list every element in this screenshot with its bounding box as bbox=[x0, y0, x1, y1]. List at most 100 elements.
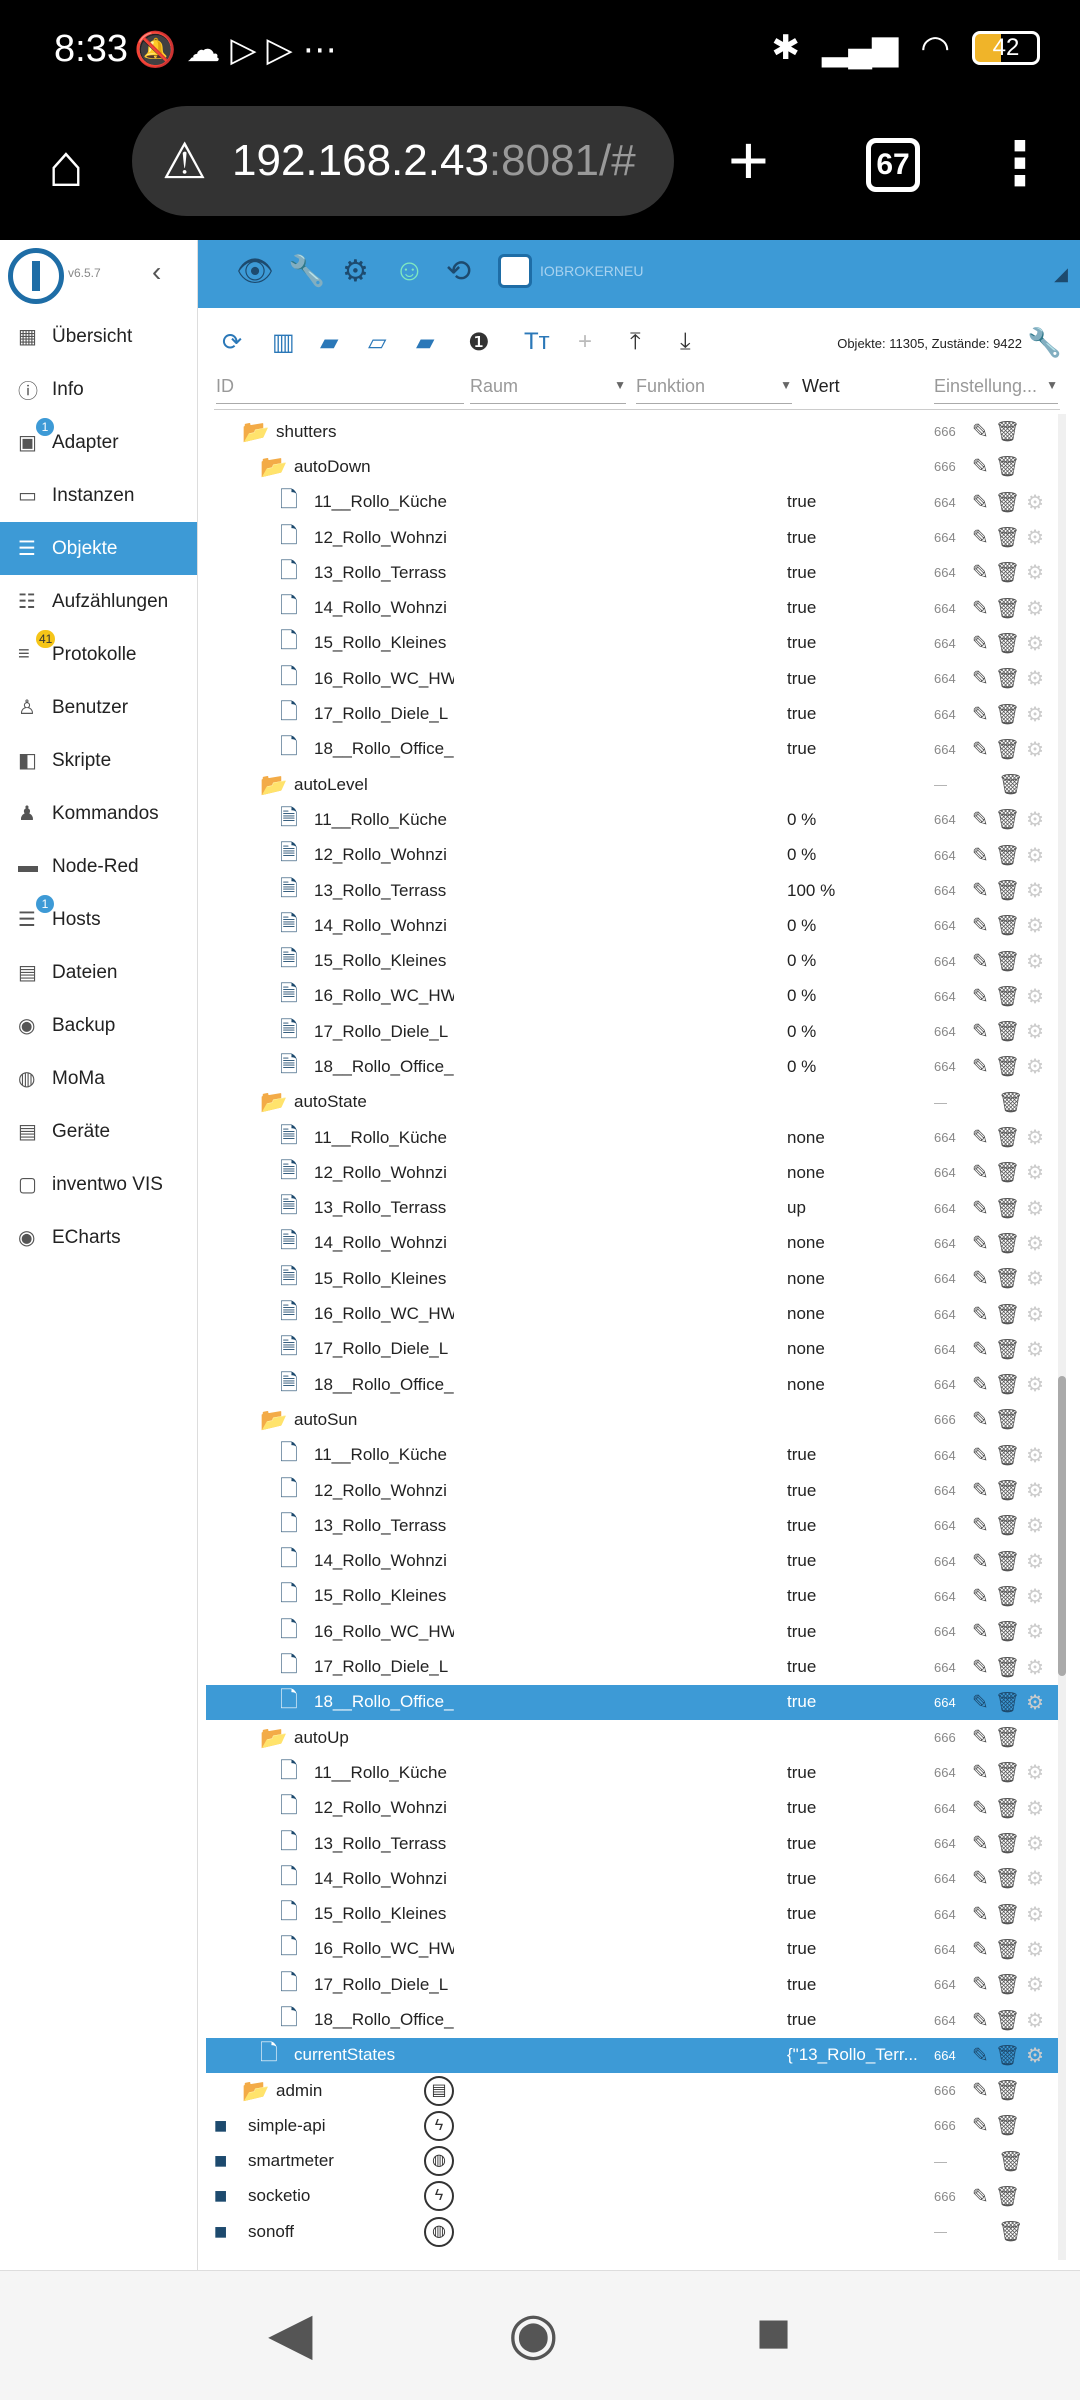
tree-row-value[interactable]: true bbox=[787, 1586, 927, 1606]
sidebar-item-benutzer[interactable]: ♙ Benutzer bbox=[0, 681, 197, 734]
tree-row[interactable]: 🗋 17_Rollo_Diele_L true 664 ✎🗑⚙ bbox=[206, 1967, 1058, 2002]
delete-icon[interactable]: 🗑 bbox=[995, 1445, 1026, 1467]
sidebar-item-echarts[interactable]: ◉ ECharts bbox=[0, 1211, 197, 1264]
tree-row[interactable]: 🗋 11__Rollo_Küche true 664 ✎🗑⚙ bbox=[206, 1755, 1058, 1790]
gear-icon[interactable]: ⚙ bbox=[1026, 739, 1050, 761]
sidebar-item-instanzen[interactable]: ▭ Instanzen bbox=[0, 469, 197, 522]
tree-row[interactable]: ■ simple-api ϟ 666 ✎🗑 bbox=[206, 2108, 1058, 2143]
sync-off-icon[interactable]: ⟲ bbox=[446, 254, 471, 289]
gear-icon[interactable]: ⚙ bbox=[1026, 527, 1050, 549]
gear-icon[interactable]: ⚙ bbox=[1026, 1939, 1050, 1961]
delete-icon[interactable]: 🗑 bbox=[995, 1939, 1026, 1961]
tree-row-value[interactable]: true bbox=[787, 2010, 927, 2030]
tree-row-value[interactable]: none bbox=[787, 1163, 927, 1183]
edit-icon[interactable]: ✎ bbox=[972, 2010, 995, 2032]
delete-icon[interactable]: 🗑 bbox=[995, 598, 1026, 620]
gear-icon[interactable]: ⚙ bbox=[1026, 1551, 1050, 1573]
tree-row-value[interactable]: true bbox=[787, 1869, 927, 1889]
sidebar-item-aufz-hlungen[interactable]: ☷ Aufzählungen bbox=[0, 575, 197, 628]
tree-row[interactable]: 🗎 15_Rollo_Kleines none 664 ✎🗑⚙ bbox=[206, 1261, 1058, 1296]
tree-row[interactable]: 🗋 13_Rollo_Terrass true 664 ✎🗑⚙ bbox=[206, 1826, 1058, 1861]
folder-open-icon[interactable]: ▱ bbox=[368, 328, 386, 357]
tree-row-value[interactable]: true bbox=[787, 528, 927, 548]
download-icon[interactable]: ⤓ bbox=[680, 328, 691, 356]
tree-row[interactable]: 📂 shutters 666 ✎🗑 bbox=[206, 414, 1058, 449]
delete-icon[interactable]: 🗑 bbox=[995, 1974, 1026, 1996]
tree-row[interactable]: 🗎 12_Rollo_Wohnzi 0 % 664 ✎🗑⚙ bbox=[206, 838, 1058, 873]
tree-row[interactable]: 🗋 15_Rollo_Kleines true 664 ✎🗑⚙ bbox=[206, 1579, 1058, 1614]
edit-icon[interactable]: ✎ bbox=[972, 1904, 995, 1926]
tree-row-value[interactable]: true bbox=[787, 1481, 927, 1501]
tree-row[interactable]: 🗋 17_Rollo_Diele_L true 664 ✎🗑⚙ bbox=[206, 696, 1058, 731]
edit-icon[interactable]: ✎ bbox=[972, 1868, 995, 1890]
gear-icon[interactable]: ⚙ bbox=[1026, 1657, 1050, 1679]
sidebar-item-skripte[interactable]: ◧ Skripte bbox=[0, 734, 197, 787]
tree-row-value[interactable]: true bbox=[787, 704, 927, 724]
tree-row-value[interactable]: true bbox=[787, 563, 927, 583]
delete-icon[interactable]: 🗑 bbox=[995, 1586, 1026, 1608]
home-circle-icon[interactable]: ◉ bbox=[508, 2299, 559, 2367]
gear-icon[interactable]: ⚙ bbox=[1026, 1480, 1050, 1502]
tree-row[interactable]: 📂 autoSun 666 ✎🗑 bbox=[206, 1402, 1058, 1437]
delete-icon[interactable]: 🗑 bbox=[995, 739, 1026, 761]
tree-row[interactable]: 🗋 16_Rollo_WC_HW true 664 ✎🗑⚙ bbox=[206, 1614, 1058, 1649]
edit-icon[interactable]: ✎ bbox=[972, 1762, 995, 1784]
folder-icon[interactable]: ▰ bbox=[416, 328, 434, 357]
delete-icon[interactable]: 🗑 bbox=[995, 2080, 1026, 2102]
tab-switcher-button[interactable]: 67 bbox=[866, 138, 920, 192]
sidebar-item-moma[interactable]: ◍ MoMa bbox=[0, 1052, 197, 1105]
edit-icon[interactable]: ✎ bbox=[972, 1692, 995, 1714]
eye-icon[interactable]: 👁 bbox=[236, 254, 274, 289]
tree-row-value[interactable]: true bbox=[787, 1798, 927, 1818]
edit-icon[interactable]: ✎ bbox=[972, 421, 995, 443]
tree-row[interactable]: 🗋 15_Rollo_Kleines true 664 ✎🗑⚙ bbox=[206, 1896, 1058, 1931]
recents-icon[interactable]: ■ bbox=[756, 2299, 791, 2366]
edit-icon[interactable]: ✎ bbox=[972, 1198, 995, 1220]
tree-row[interactable]: ■ sonoff ◍ — 🗑 bbox=[206, 2214, 1058, 2249]
gear-icon[interactable]: ⚙ bbox=[1026, 1056, 1050, 1078]
gear-icon[interactable]: ⚙ bbox=[1026, 668, 1050, 690]
delete-icon[interactable]: 🗑 bbox=[995, 456, 1026, 478]
delete-icon[interactable]: 🗑 bbox=[995, 1833, 1026, 1855]
tree-row[interactable]: 🗋 12_Rollo_Wohnzi true 664 ✎🗑⚙ bbox=[206, 520, 1058, 555]
delete-icon[interactable]: 🗑 bbox=[995, 845, 1026, 867]
tree-row-value[interactable]: true bbox=[787, 1939, 927, 1959]
edit-icon[interactable]: ✎ bbox=[972, 845, 995, 867]
edit-icon[interactable]: ✎ bbox=[972, 2045, 995, 2067]
edit-icon[interactable]: ✎ bbox=[972, 704, 995, 726]
delete-icon[interactable]: 🗑 bbox=[995, 2186, 1026, 2208]
edit-icon[interactable]: ✎ bbox=[972, 1515, 995, 1537]
tree-row[interactable]: 🗋 13_Rollo_Terrass true 664 ✎🗑⚙ bbox=[206, 1508, 1058, 1543]
edit-icon[interactable]: ✎ bbox=[972, 1621, 995, 1643]
settings-icon[interactable]: ⚙ bbox=[342, 254, 369, 289]
tree-row-value[interactable]: 0 % bbox=[787, 1057, 927, 1077]
edit-icon[interactable]: ✎ bbox=[972, 1657, 995, 1679]
wrench-settings-icon[interactable]: 🔧 bbox=[1027, 326, 1062, 359]
delete-icon[interactable]: 🗑 bbox=[995, 1480, 1026, 1502]
tree-row-value[interactable]: true bbox=[787, 1834, 927, 1854]
edit-icon[interactable]: ✎ bbox=[972, 1833, 995, 1855]
tree-row[interactable]: 🗋 11__Rollo_Küche true 664 ✎🗑⚙ bbox=[206, 485, 1058, 520]
tree-row-value[interactable]: none bbox=[787, 1339, 927, 1359]
tree-row-value[interactable]: 100 % bbox=[787, 881, 927, 901]
delete-icon[interactable]: 🗑 bbox=[995, 1692, 1026, 1714]
tree-row[interactable]: 🗋 11__Rollo_Küche true 664 ✎🗑⚙ bbox=[206, 1438, 1058, 1473]
tree-row-value[interactable]: true bbox=[787, 1516, 927, 1536]
edit-icon[interactable]: ✎ bbox=[972, 527, 995, 549]
gear-icon[interactable]: ⚙ bbox=[1026, 562, 1050, 584]
gear-icon[interactable]: ⚙ bbox=[1026, 1515, 1050, 1537]
delete-icon[interactable]: 🗑 bbox=[998, 1092, 1029, 1114]
delete-icon[interactable]: 🗑 bbox=[995, 1409, 1026, 1431]
gear-icon[interactable]: ⚙ bbox=[1026, 1162, 1050, 1184]
gear-icon[interactable]: ⚙ bbox=[1026, 986, 1050, 1008]
tree-row[interactable]: 🗎 15_Rollo_Kleines 0 % 664 ✎🗑⚙ bbox=[206, 943, 1058, 978]
gear-icon[interactable]: ⚙ bbox=[1026, 704, 1050, 726]
tree-row-value[interactable]: true bbox=[787, 1692, 927, 1712]
sidebar-item-protokolle[interactable]: ≡ Protokolle 41 bbox=[0, 628, 197, 681]
gear-icon[interactable]: ⚙ bbox=[1026, 1974, 1050, 1996]
tree-row[interactable]: 🗋 12_Rollo_Wohnzi true 664 ✎🗑⚙ bbox=[206, 1791, 1058, 1826]
delete-icon[interactable]: 🗑 bbox=[995, 951, 1026, 973]
gear-icon[interactable]: ⚙ bbox=[1026, 1904, 1050, 1926]
edit-icon[interactable]: ✎ bbox=[972, 492, 995, 514]
edit-icon[interactable]: ✎ bbox=[972, 1445, 995, 1467]
